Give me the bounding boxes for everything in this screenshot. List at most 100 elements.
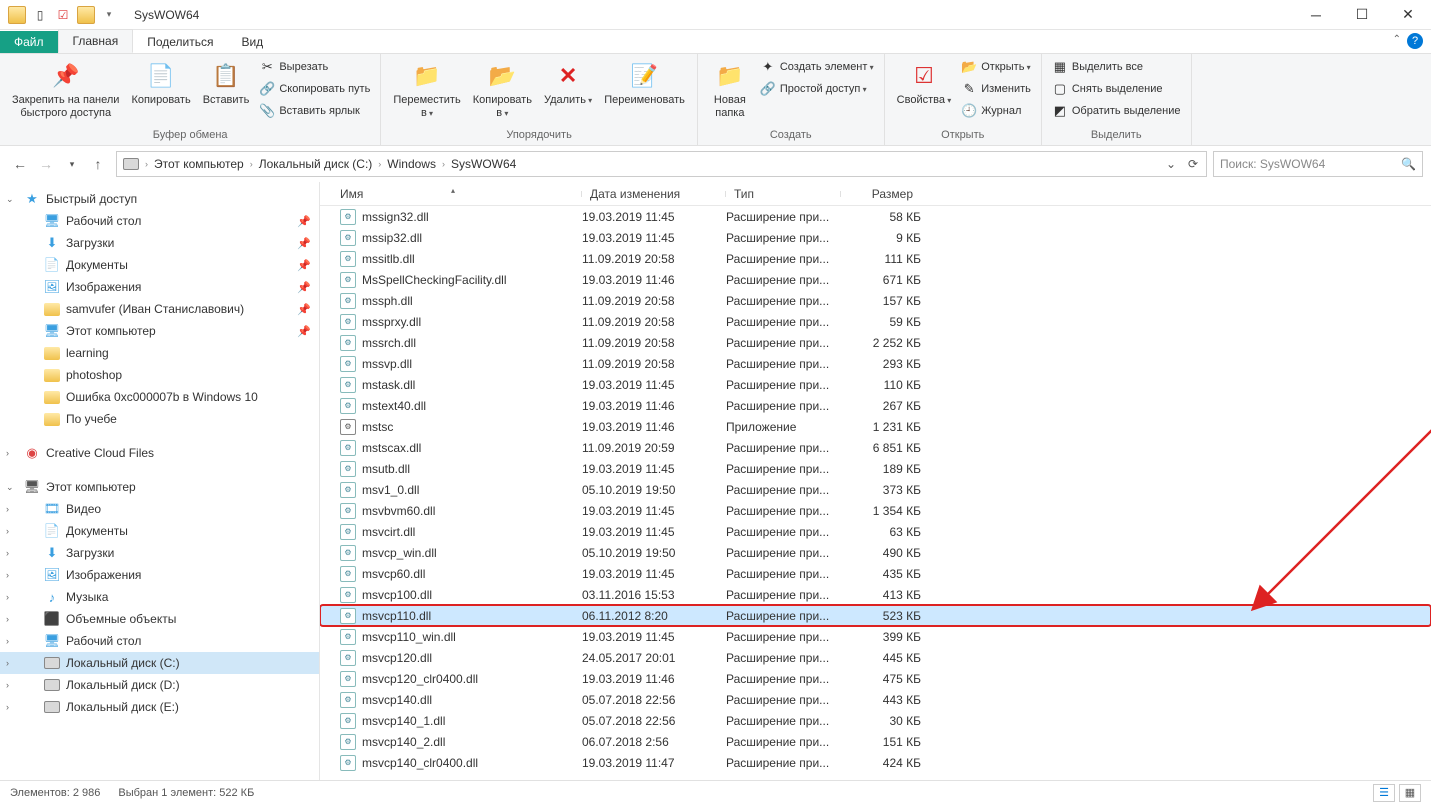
file-row[interactable]: ⚙mssprxy.dll11.09.2019 20:58Расширение п… — [320, 311, 1431, 332]
navigation-pane[interactable]: ⌄★Быстрый доступ 🖥Рабочий стол📌⬇Загрузки… — [0, 182, 320, 780]
collapse-ribbon-icon[interactable]: ⌃ — [1393, 34, 1401, 45]
sidebar-item[interactable]: samvufer (Иван Станиславович)📌 — [0, 298, 319, 320]
tab-file[interactable]: Файл — [0, 31, 58, 53]
paste-shortcut-button[interactable]: 📎Вставить ярлык — [255, 100, 374, 122]
breadcrumb-windows[interactable]: Windows — [383, 157, 440, 171]
col-name[interactable]: Имя▴ — [320, 187, 582, 201]
search-input[interactable]: Поиск: SysWOW64 🔍 — [1213, 151, 1423, 177]
file-row[interactable]: ⚙mssign32.dll19.03.2019 11:45Расширение … — [320, 206, 1431, 227]
file-row[interactable]: ⚙msvcp120.dll24.05.2017 20:01Расширение … — [320, 647, 1431, 668]
sidebar-item[interactable]: learning — [0, 342, 319, 364]
tab-view[interactable]: Вид — [227, 31, 277, 53]
view-thumbnails-button[interactable]: ▦ — [1399, 784, 1421, 802]
col-type[interactable]: Тип — [726, 187, 841, 201]
open-button[interactable]: 📂Открыть — [957, 56, 1035, 78]
help-icon[interactable]: ? — [1407, 33, 1423, 49]
sidebar-item[interactable]: ›🖼Изображения — [0, 564, 319, 586]
sidebar-item[interactable]: 📄Документы📌 — [0, 254, 319, 276]
file-row[interactable]: ⚙mssvp.dll11.09.2019 20:58Расширение при… — [320, 353, 1431, 374]
file-row[interactable]: ⚙msvcp110.dll06.11.2012 8:20Расширение п… — [320, 605, 1431, 626]
sidebar-item[interactable]: ›Локальный диск (D:) — [0, 674, 319, 696]
file-row[interactable]: ⚙mssrch.dll11.09.2019 20:58Расширение пр… — [320, 332, 1431, 353]
new-item-button[interactable]: ✦Создать элемент — [756, 56, 878, 78]
col-size[interactable]: Размер — [841, 187, 921, 201]
view-details-button[interactable]: ☰ — [1373, 784, 1395, 802]
qat-check-icon[interactable]: ☑ — [52, 4, 74, 26]
qat-dropdown-icon[interactable]: ▾ — [98, 4, 120, 26]
sidebar-item[interactable]: 🖥Рабочий стол📌 — [0, 210, 319, 232]
sidebar-item[interactable]: ›📄Документы — [0, 520, 319, 542]
addr-dropdown-icon[interactable]: ⌄ — [1160, 153, 1182, 175]
history-button[interactable]: 🕘Журнал — [957, 100, 1035, 122]
file-row[interactable]: ⚙MsSpellCheckingFacility.dll19.03.2019 1… — [320, 269, 1431, 290]
move-to-button[interactable]: 📁Переместить в — [387, 56, 466, 123]
forward-button[interactable]: → — [34, 152, 58, 176]
file-row[interactable]: ⚙msvbvm60.dll19.03.2019 11:45Расширение … — [320, 500, 1431, 521]
sidebar-quick-access[interactable]: ⌄★Быстрый доступ — [0, 188, 319, 210]
breadcrumb-syswow64[interactable]: SysWOW64 — [447, 157, 520, 171]
file-row[interactable]: ⚙msvcp110_win.dll19.03.2019 11:45Расшире… — [320, 626, 1431, 647]
file-row[interactable]: ⚙mstsc19.03.2019 11:46Приложение1 231 КБ — [320, 416, 1431, 437]
refresh-button[interactable]: ⟳ — [1182, 153, 1204, 175]
file-row[interactable]: ⚙msvcp_win.dll05.10.2019 19:50Расширение… — [320, 542, 1431, 563]
breadcrumb-thispc[interactable]: Этот компьютер — [150, 157, 248, 171]
file-row[interactable]: ⚙msv1_0.dll05.10.2019 19:50Расширение пр… — [320, 479, 1431, 500]
copy-path-button[interactable]: 🔗Скопировать путь — [255, 78, 374, 100]
rename-button[interactable]: 📝Переименовать — [598, 56, 691, 111]
breadcrumb-drive-c[interactable]: Локальный диск (C:) — [255, 157, 377, 171]
file-row[interactable]: ⚙mstext40.dll19.03.2019 11:46Расширение … — [320, 395, 1431, 416]
sidebar-item[interactable]: Ошибка 0xc000007b в Windows 10 — [0, 386, 319, 408]
file-row[interactable]: ⚙mssitlb.dll11.09.2019 20:58Расширение п… — [320, 248, 1431, 269]
sidebar-this-pc[interactable]: ⌄🖥Этот компьютер — [0, 476, 319, 498]
file-row[interactable]: ⚙msvcp140_1.dll05.07.2018 22:56Расширени… — [320, 710, 1431, 731]
tab-home[interactable]: Главная — [58, 29, 134, 53]
file-row[interactable]: ⚙mssph.dll11.09.2019 20:58Расширение при… — [320, 290, 1431, 311]
new-folder-button[interactable]: 📁Новая папка — [704, 56, 756, 123]
pin-quickaccess-button[interactable]: 📌Закрепить на панели быстрого доступа — [6, 56, 125, 123]
qat-properties-icon[interactable]: ▯ — [29, 4, 51, 26]
sidebar-item[interactable]: По учебе — [0, 408, 319, 430]
up-button[interactable]: ↑ — [86, 152, 110, 176]
file-row[interactable]: ⚙msutb.dll19.03.2019 11:45Расширение при… — [320, 458, 1431, 479]
sidebar-item[interactable]: ›🖥Рабочий стол — [0, 630, 319, 652]
copy-to-button[interactable]: 📂Копировать в — [467, 56, 538, 123]
select-all-button[interactable]: ▦Выделить все — [1048, 56, 1185, 78]
sidebar-item[interactable]: ›🎞Видео — [0, 498, 319, 520]
recent-dropdown-icon[interactable]: ▾ — [60, 152, 84, 176]
file-row[interactable]: ⚙mstscax.dll11.09.2019 20:59Расширение п… — [320, 437, 1431, 458]
file-row[interactable]: ⚙msvcp140_2.dll06.07.2018 2:56Расширение… — [320, 731, 1431, 752]
sidebar-item[interactable]: 🖼Изображения📌 — [0, 276, 319, 298]
paste-button[interactable]: 📋Вставить — [197, 56, 256, 111]
sidebar-item[interactable]: ›Локальный диск (C:) — [0, 652, 319, 674]
file-row[interactable]: ⚙msvcp140.dll05.07.2018 22:56Расширение … — [320, 689, 1431, 710]
file-row[interactable]: ⚙msvcp140_clr0400.dll19.03.2019 11:47Рас… — [320, 752, 1431, 773]
file-row[interactable]: ⚙msvcp120_clr0400.dll19.03.2019 11:46Рас… — [320, 668, 1431, 689]
file-row[interactable]: ⚙msvcirt.dll19.03.2019 11:45Расширение п… — [320, 521, 1431, 542]
back-button[interactable]: ← — [8, 152, 32, 176]
col-date[interactable]: Дата изменения — [582, 187, 726, 201]
select-invert-button[interactable]: ◩Обратить выделение — [1048, 100, 1185, 122]
close-button[interactable]: ✕ — [1385, 0, 1431, 30]
properties-button[interactable]: ☑Свойства — [891, 56, 958, 111]
sidebar-item[interactable]: ›⬛Объемные объекты — [0, 608, 319, 630]
maximize-button[interactable]: ☐ — [1339, 0, 1385, 30]
sidebar-item[interactable]: ›Локальный диск (E:) — [0, 696, 319, 718]
sidebar-item[interactable]: ›⬇Загрузки — [0, 542, 319, 564]
sidebar-item[interactable]: ›♪Музыка — [0, 586, 319, 608]
sidebar-creative-cloud[interactable]: ›◉Creative Cloud Files — [0, 442, 319, 464]
file-row[interactable]: ⚙mstask.dll19.03.2019 11:45Расширение пр… — [320, 374, 1431, 395]
sidebar-item[interactable]: photoshop — [0, 364, 319, 386]
file-row[interactable]: ⚙msvcp60.dll19.03.2019 11:45Расширение п… — [320, 563, 1431, 584]
copy-button[interactable]: 📄Копировать — [125, 56, 196, 111]
address-bar[interactable]: › Этот компьютер› Локальный диск (C:)› W… — [116, 151, 1207, 177]
select-none-button[interactable]: ▢Снять выделение — [1048, 78, 1185, 100]
delete-button[interactable]: ✕Удалить — [538, 56, 598, 111]
file-row[interactable]: ⚙msvcp100.dll03.11.2016 15:53Расширение … — [320, 584, 1431, 605]
tab-share[interactable]: Поделиться — [133, 31, 227, 53]
minimize-button[interactable]: ─ — [1293, 0, 1339, 30]
edit-button[interactable]: ✎Изменить — [957, 78, 1035, 100]
sidebar-item[interactable]: ⬇Загрузки📌 — [0, 232, 319, 254]
sidebar-item[interactable]: 🖥Этот компьютер📌 — [0, 320, 319, 342]
cut-button[interactable]: ✂Вырезать — [255, 56, 374, 78]
file-row[interactable]: ⚙mssip32.dll19.03.2019 11:45Расширение п… — [320, 227, 1431, 248]
